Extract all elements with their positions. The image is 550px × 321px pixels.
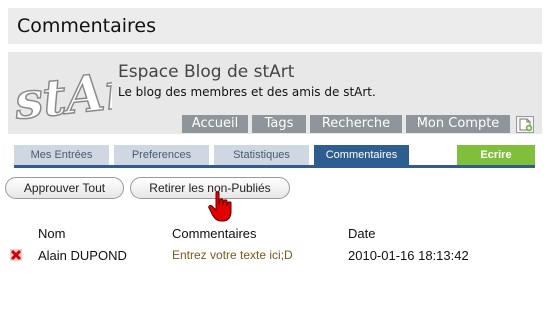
tab-commentaires[interactable]: Commentaires	[314, 145, 409, 165]
column-header-commentaires: Commentaires	[172, 226, 257, 241]
nav-tab-accueil[interactable]: Accueil	[182, 115, 248, 133]
approve-all-button[interactable]: Approuver Tout	[5, 177, 124, 199]
tab-preferences[interactable]: Preferences	[114, 145, 209, 165]
start-logo: stArt	[12, 57, 112, 128]
nav-tab-tags[interactable]: Tags	[252, 115, 306, 133]
logo-text: stArt	[12, 58, 112, 128]
sub-nav-underline	[14, 165, 535, 168]
blog-subtitle: Le blog des membres et des amis de stArt…	[118, 85, 376, 99]
nav-tab-mon-compte[interactable]: Mon Compte	[406, 115, 510, 133]
column-header-nom: Nom	[38, 226, 66, 241]
cell-commentaire[interactable]: Entrez votre texte ici;D	[172, 248, 293, 262]
page-title: Commentaires	[17, 15, 156, 37]
hand-pointer-cursor-icon	[208, 191, 232, 222]
tab-ecrire[interactable]: Ecrire	[457, 145, 535, 165]
delete-icon[interactable]	[10, 249, 22, 261]
cell-date: 2010-01-16 18:13:42	[348, 248, 469, 263]
new-document-icon[interactable]	[516, 116, 534, 133]
tab-mes-entrees[interactable]: Mes Entrées	[14, 145, 109, 165]
tab-statistiques[interactable]: Statistiques	[214, 145, 309, 165]
blog-title: Espace Blog de stArt	[118, 62, 295, 82]
cell-nom: Alain DUPOND	[38, 248, 127, 263]
nav-tab-recherche[interactable]: Recherche	[310, 115, 402, 133]
column-header-date: Date	[348, 226, 376, 241]
title-bar: Commentaires	[8, 8, 542, 44]
